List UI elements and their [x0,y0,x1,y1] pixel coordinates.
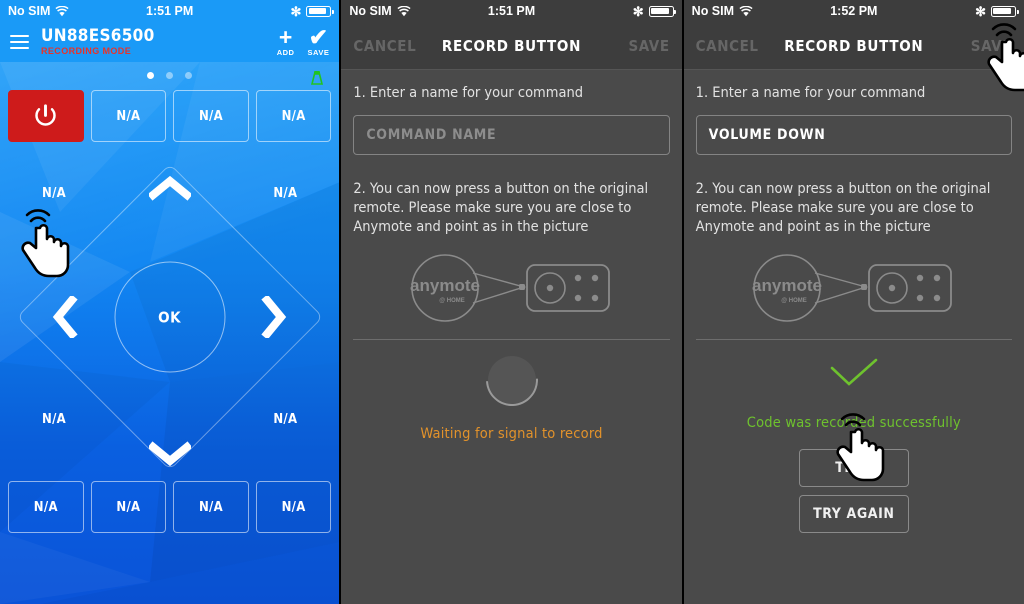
device-info: UN88ES6500 RECORDING MODE [41,28,155,56]
step-2-text: 2. You can now press a button on the ori… [695,181,991,235]
remote-button-top-3[interactable]: N/A [173,90,249,142]
screenshot-root: No SIM 1:51 PM ✻ UN88ES6500 RECORDING MO… [0,0,1024,604]
page-dot-1[interactable] [147,72,155,79]
remote-button-bottom-2[interactable]: N/A [90,481,167,533]
battery-icon [991,5,1019,17]
carrier-label: No SIM [349,4,392,18]
save-button[interactable]: SAVE [971,37,1012,55]
chevron-down-icon[interactable] [148,441,191,467]
page-dot-3[interactable] [185,72,193,79]
dpad: OK [0,157,339,477]
remote-button-top-2[interactable]: N/A [90,90,167,142]
save-button[interactable]: SAVE [628,37,669,55]
remote-screen: No SIM 1:51 PM ✻ UN88ES6500 RECORDING MO… [0,0,340,604]
remote-bottom-button-row: N/A N/A N/A N/A [8,481,332,533]
wifi-icon [55,5,69,16]
battery-icon [648,5,677,17]
cancel-button[interactable]: CANCEL [353,37,416,55]
record-waiting-screen: No SIM 1:51 PM ✻ CANCEL RECORD BUTTON SA… [341,0,682,604]
step-2-text: 2. You can now press a button on the ori… [353,181,649,235]
wifi-icon [739,5,753,16]
remote-button-top-4[interactable]: N/A [255,90,332,142]
svg-text:anymote: anymote [752,276,822,295]
remote-top-button-row: N/A N/A N/A [8,90,332,142]
wifi-icon [397,5,411,16]
step-1-text: 1. Enter a name for your command [695,85,926,101]
page-dot-2[interactable] [166,72,174,79]
status-bar: No SIM 1:52 PM ✻ [683,0,1024,22]
carrier-label: No SIM [691,4,735,18]
power-icon [35,103,57,126]
chevron-up-icon[interactable] [148,175,191,201]
add-label: ADD [276,48,295,57]
record-body: 1. Enter a name for your command COMMAND… [341,70,682,604]
success-checkmark-icon [830,358,878,386]
header-actions: + ADD ✔ SAVE [276,24,330,58]
chevron-right-icon[interactable] [261,296,287,338]
action-buttons: TEST TRY AGAIN [696,449,1012,533]
remote-button-corner-top-right[interactable]: N/A [273,186,297,201]
remote-button-bottom-4[interactable]: N/A [255,481,332,533]
try-again-button[interactable]: TRY AGAIN [798,495,909,533]
status-message: Code was recorded successfully [746,415,961,431]
remote-button-corner-top-left[interactable]: N/A [42,186,66,201]
bluetooth-icon: ✻ [632,3,644,19]
status-bar-right: ✻ [632,3,677,19]
remote-button-corner-bottom-right[interactable]: N/A [273,412,297,427]
checkmark-icon: ✔ [308,24,329,50]
recording-mode-label: RECORDING MODE [41,46,132,56]
save-label: SAVE [307,48,330,57]
status-bar: No SIM 1:51 PM ✻ [341,0,682,22]
status-bar-left: No SIM [8,4,69,18]
page-indicator-dots[interactable] [0,72,339,79]
cancel-button[interactable]: CANCEL [696,37,759,55]
command-name-input[interactable]: VOLUME DOWN [695,115,1012,155]
record-status-area: Code was recorded successfully TEST TRY … [696,340,1012,533]
status-bar-left: No SIM [692,4,753,18]
remote-body: N/A N/A N/A OK N/A N/A N/A N/A N/A N/A N… [0,62,340,604]
svg-text:@ HOME: @ HOME [781,298,807,304]
save-button[interactable]: ✔ SAVE [307,24,330,58]
status-message: Waiting for signal to record [420,426,603,442]
remote-button-bottom-3[interactable]: N/A [173,481,249,533]
carrier-label: No SIM [8,4,51,18]
test-button[interactable]: TEST [798,449,909,487]
remote-button-bottom-1[interactable]: N/A [8,481,84,533]
navigation-bar: CANCEL RECORD BUTTON SAVE [683,22,1024,70]
record-body: 1. Enter a name for your command VOLUME … [683,70,1024,604]
status-bar-right: ✻ [290,3,334,19]
add-button[interactable]: + ADD [276,24,295,58]
navigation-bar: CANCEL RECORD BUTTON SAVE [341,22,682,70]
ir-blaster-icon [311,71,324,85]
anymote-pointing-remote-diagram: anymote @ HOME [353,249,669,327]
hamburger-menu-icon[interactable] [10,35,29,49]
svg-text:@ HOME: @ HOME [439,298,465,304]
step-1-text: 1. Enter a name for your command [353,85,584,101]
bluetooth-icon: ✻ [290,3,302,19]
battery-icon [306,5,334,17]
remote-button-corner-bottom-left[interactable]: N/A [42,412,66,427]
status-bar-left: No SIM [349,4,411,18]
power-button[interactable] [8,90,84,142]
remote-header: UN88ES6500 RECORDING MODE + ADD ✔ SAVE [0,22,340,62]
record-success-screen: No SIM 1:52 PM ✻ CANCEL RECORD BUTTON SA… [683,0,1024,604]
status-bar-right: ✻ [975,3,1019,19]
status-bar: No SIM 1:51 PM ✻ [0,0,340,22]
svg-text:anymote: anymote [410,276,480,295]
dpad-ok-button[interactable]: OK [114,261,226,373]
chevron-left-icon[interactable] [52,296,78,338]
plus-icon: + [278,24,293,50]
bluetooth-icon: ✻ [975,3,986,19]
record-status-area: Waiting for signal to record [353,340,669,442]
device-name: UN88ES6500 [41,26,155,46]
command-name-input[interactable]: COMMAND NAME [353,115,670,155]
loading-spinner [474,343,549,417]
anymote-pointing-remote-diagram: anymote @ HOME [696,249,1012,327]
